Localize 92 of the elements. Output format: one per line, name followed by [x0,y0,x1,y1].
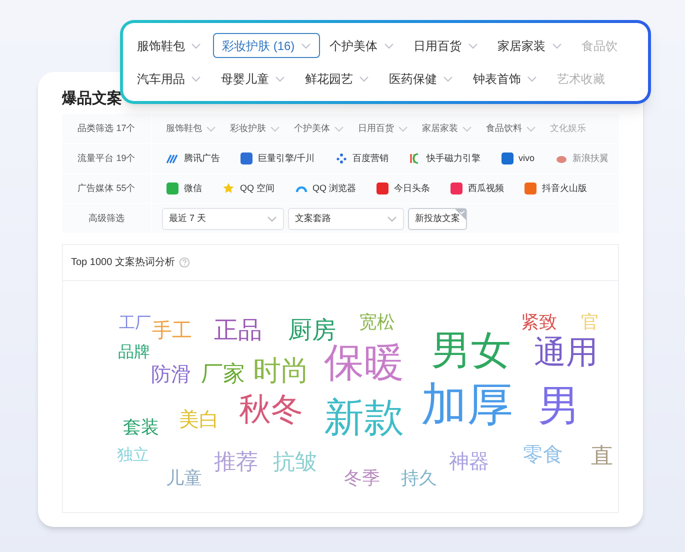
cloud-word: 抗皱 [273,451,317,473]
square-logo-icon [450,182,464,195]
category-tab[interactable]: 个护美体 [330,33,414,58]
cloud-word: 官 [581,313,599,331]
dots-logo-icon [334,152,348,165]
filter-label: 高级筛选 [62,204,152,233]
category-dropdown[interactable]: 服饰鞋包 [166,122,216,136]
caret-icon [384,42,394,48]
category-dropdown[interactable]: 家居家装 [422,122,472,136]
category-tab[interactable]: 汽车用品 [137,66,221,91]
caret-icon [267,216,277,222]
caret-icon [275,76,285,82]
category-dropdown[interactable]: 个护美体 [294,122,344,136]
filter-label: 流量平台 19个 [62,144,152,173]
caret-icon [334,126,344,132]
platform-option[interactable]: QQ 空间 [222,182,275,196]
cloud-word: 冬季 [344,469,380,487]
square-logo-icon [240,152,253,165]
filter-tag[interactable]: 新投放文案 [408,208,467,230]
cloud-word: 宽松 [359,313,395,331]
caret-icon [359,76,369,82]
caret-icon [191,76,201,82]
caret-icon [526,126,536,132]
caret-icon [191,42,201,48]
platform-option[interactable]: QQ 浏览器 [294,182,356,196]
help-icon [178,257,190,268]
category-dropdown[interactable]: 彩妆护肤 [230,122,280,136]
cloud-word: 防滑 [151,365,191,385]
platform-option[interactable]: 腾讯广告 [166,152,220,166]
cloud-word: 厂家 [201,363,245,385]
caret-icon [527,76,537,82]
caret-icon [468,42,478,48]
filter-label: 品类筛选 17个 [62,114,152,143]
category-dropdown[interactable]: 食品饮料 [486,122,536,136]
platform-option[interactable]: 抖音火山版 [524,182,588,196]
select-field[interactable]: 文案套路 [288,208,404,230]
platform-option[interactable]: 巨量引擎/千川 [240,152,315,166]
cloud-word: 套装 [123,418,159,436]
cloud-word: 美白 [179,410,219,430]
caret-icon [270,126,280,132]
caret-icon [387,216,397,222]
cloud-word: 男 [538,385,580,427]
platform-option[interactable]: 西瓜视频 [450,182,504,196]
category-tab[interactable]: 彩妆护肤 (16) [213,33,320,58]
platform-option[interactable]: 快手磁力引擎 [408,152,481,166]
cloud-word: 工厂 [119,316,151,332]
cloud-word: 秋冬 [239,393,303,425]
cloud-word: 直 [591,445,613,467]
cloud-word: 推荐 [214,451,258,473]
category-tab[interactable]: 母婴儿童 [221,66,305,91]
star-icon [222,182,235,195]
square-logo-icon [376,182,390,195]
category-tab[interactable]: 钟表首饰 [473,66,557,91]
caret-icon [552,42,562,48]
category-tab[interactable]: 服饰鞋包 [137,33,213,58]
caret-icon [398,126,408,132]
cloud-word: 品牌 [118,345,150,361]
caret-icon [206,126,216,132]
platform-option[interactable]: 新浪扶翼 [554,152,609,166]
cloud-word: 手工 [152,321,192,341]
filter-label: 广告媒体 55个 [62,174,152,203]
platform-option[interactable]: vivo [500,152,535,166]
caret-icon [300,42,311,48]
category-dropdown[interactable]: 日用百货 [358,122,408,136]
cloud-word: 加厚 [421,381,513,427]
page-title: 爆品文案 [62,88,123,109]
cloud-word: 通用 [534,336,598,368]
caret-icon [443,76,453,82]
cloud-word: 正品 [214,319,262,343]
cloud-word: 独立 [117,448,149,464]
platform-option[interactable]: 微信 [166,182,202,196]
cloud-word: 持久 [401,469,437,487]
category-tab[interactable]: 日用百货 [414,33,498,58]
category-tab[interactable]: 医药保健 [389,66,473,91]
cloud-word: 儿童 [166,469,202,487]
cloud-word: 时尚 [253,357,309,385]
cloud-word: 保暖 [324,343,404,383]
cloud-word: 新款 [324,398,404,438]
square-logo-icon [500,152,514,165]
cloud-word: 神器 [449,452,489,472]
cloud-word: 男女 [431,331,511,371]
category-tab[interactable]: 家居家装 [498,33,582,58]
cloud-word: 厨房 [288,319,336,343]
category-tab[interactable]: 鲜花园艺 [305,66,389,91]
stripes-logo-icon [166,152,179,165]
cloud-word: 紧致 [521,313,557,331]
panel-title: Top 1000 文案热词分析 [71,256,175,270]
platform-option[interactable]: 百度营销 [334,152,389,166]
platform-option[interactable]: 今日头条 [376,182,430,196]
caret-icon [462,126,472,132]
select-field[interactable]: 最近 7 天 [162,208,284,230]
cloud-word: 零食 [523,445,563,465]
